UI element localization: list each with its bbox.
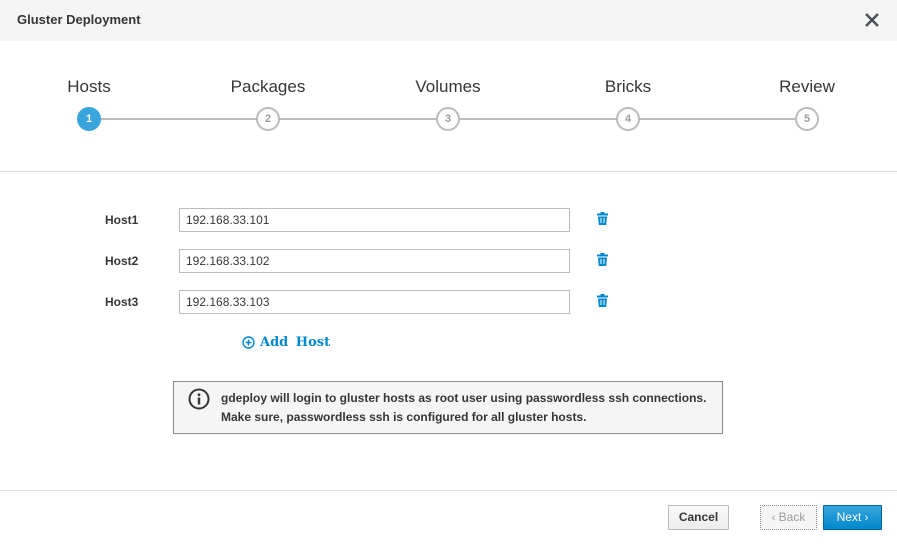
step-label: Packages — [230, 77, 306, 96]
step-number: 4 — [616, 107, 640, 131]
host3-input[interactable] — [179, 290, 570, 314]
step-number: 1 — [77, 107, 101, 131]
next-label: Next — [836, 510, 862, 524]
chevron-right-icon: › — [864, 512, 869, 524]
step-number: 3 — [436, 107, 460, 131]
chevron-left-icon: ‹ — [771, 512, 776, 524]
host-row: Host2 — [0, 249, 897, 275]
footer-divider — [0, 490, 897, 491]
step-label: Volumes — [415, 77, 481, 96]
cancel-button[interactable]: Cancel — [668, 505, 729, 530]
dialog-header: Gluster Deployment — [0, 0, 897, 41]
host-label: Host1 — [105, 213, 139, 227]
host2-input[interactable] — [179, 249, 570, 273]
step-label: Review — [779, 77, 835, 96]
steps-divider — [0, 171, 897, 172]
back-button[interactable]: ‹ Back — [760, 505, 817, 530]
add-host-label: Add Host — [260, 334, 331, 350]
trash-icon[interactable] — [597, 294, 608, 307]
step-review[interactable]: Review 5 — [737, 41, 877, 141]
info-alert: gdeploy will login to gluster hosts as r… — [173, 381, 723, 434]
host-row: Host1 — [0, 208, 897, 234]
trash-icon[interactable] — [597, 253, 608, 266]
add-host-button[interactable]: Add Host — [242, 333, 330, 351]
step-packages[interactable]: Packages 2 — [198, 41, 338, 141]
next-button[interactable]: Next › — [823, 505, 882, 530]
host-label: Host2 — [105, 254, 139, 268]
dialog-title: Gluster Deployment — [17, 12, 141, 27]
step-hosts[interactable]: Hosts 1 — [19, 41, 159, 141]
back-label: Back — [778, 510, 806, 524]
trash-icon[interactable] — [597, 212, 608, 225]
step-label: Hosts — [67, 77, 111, 96]
close-icon[interactable] — [862, 10, 882, 30]
cancel-label: Cancel — [678, 510, 719, 524]
step-label: Bricks — [604, 77, 652, 96]
host1-input[interactable] — [179, 208, 570, 232]
plus-circle-icon — [242, 335, 255, 349]
wizard-steps: Hosts 1 Packages 2 Volumes 3 Bricks 4 Re… — [0, 41, 897, 171]
step-number: 5 — [795, 107, 819, 131]
gluster-deployment-dialog: Gluster Deployment Hosts 1 Packages 2 Vo… — [0, 0, 897, 547]
step-volumes[interactable]: Volumes 3 — [378, 41, 518, 141]
host-row: Host3 — [0, 290, 897, 316]
info-icon — [188, 388, 210, 410]
host-label: Host3 — [105, 295, 139, 309]
step-bricks[interactable]: Bricks 4 — [558, 41, 698, 141]
info-message: gdeploy will login to gluster hosts as r… — [221, 391, 707, 424]
step-number: 2 — [256, 107, 280, 131]
